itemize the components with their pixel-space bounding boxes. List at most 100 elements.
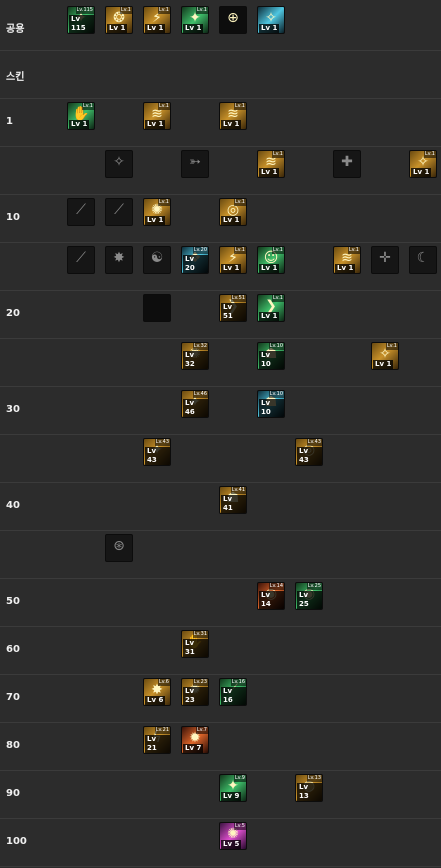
skill-level-tag: Lv.21 [154, 727, 170, 734]
row-label: 90 [6, 788, 20, 799]
row-label: 80 [6, 740, 20, 751]
skill-slot[interactable]: ➳ [181, 150, 209, 178]
skill-level-label: Lv 9 [221, 792, 242, 801]
skill-level-tag: Lv.1 [271, 295, 284, 302]
skill-level-label: Lv 5 [221, 840, 242, 849]
skill-level-label: Lv 1 [259, 24, 280, 33]
row-label: 1 [6, 116, 13, 127]
skill-level-label: Lv 1 [69, 120, 90, 129]
skill-row: ✺Lv.32Lv 32 ☗Lv.10Lv 10 ✧Lv.1Lv 1 [0, 339, 441, 387]
skill-slot[interactable]: ✦Lv.43Lv 43 [143, 438, 171, 466]
skill-slot[interactable]: ✺ Lv.5 Lv 5 [219, 822, 247, 850]
skill-slot[interactable]: ✋ Lv.1 Lv 1 [67, 102, 95, 130]
skill-slot[interactable]: ⟋ [105, 198, 133, 226]
skill-icon: ☾ [416, 250, 430, 266]
skill-slot[interactable]: ⟋ [67, 198, 95, 226]
skill-level-tag: Lv.9 [233, 775, 246, 782]
skill-level-label: Lv 1 [145, 24, 166, 33]
skill-slot[interactable]: ✧ Lv.1 Lv 1 [409, 150, 437, 178]
row-label: 공용 [6, 24, 25, 35]
skill-level-tag: Lv.10 [268, 391, 284, 398]
skill-slot[interactable]: ✦ Lv.9 Lv 9 [219, 774, 247, 802]
skill-slot[interactable]: ≋ Lv.1 Lv 1 [219, 102, 247, 130]
skill-slot[interactable]: ≋ Lv.1 Lv 1 [143, 102, 171, 130]
skill-slot[interactable]: ⊛ [105, 534, 133, 562]
skill-slot[interactable]: ✧ Lv 1 [257, 6, 285, 34]
skill-level-label: Lv 41 [221, 495, 246, 513]
skill-slot[interactable]: ✸ Lv.6 Lv 6 [143, 678, 171, 706]
skill-slot[interactable]: ❯ Lv.1 Lv 1 [257, 294, 285, 322]
skill-slot[interactable]: ☺ Lv.1 Lv 1 [257, 246, 285, 274]
row-label: 50 [6, 596, 20, 607]
skill-slot[interactable]: ⚡ Lv.1 Lv 1 [219, 246, 247, 274]
skill-level-label: Lv 1 [107, 24, 128, 33]
skill-row: 70 ✸Lv.6Lv 6 ✹Lv.23Lv 23 ⟋Lv.16Lv 16 [0, 675, 441, 723]
skill-row: 공용✦Lv.115Lv 115❂Lv.1Lv 1⚡Lv.1Lv 1✦Lv.1Lv… [0, 3, 441, 51]
skill-level-tag: Lv.41 [230, 487, 246, 494]
skill-slot[interactable]: ❂ Lv.1 Lv 1 [105, 6, 133, 34]
row-label: 스킨 [6, 72, 25, 83]
skill-slot[interactable]: ⚡ Lv.1 Lv 1 [143, 6, 171, 34]
skill-slot[interactable]: ◉Lv.25Lv 25 [295, 582, 323, 610]
skill-slot[interactable]: ❖Lv.20Lv 20 [181, 246, 209, 274]
skill-level-tag: Lv.10 [268, 343, 284, 350]
skill-slot[interactable]: ☗Lv.10Lv 10 [257, 390, 285, 418]
skill-level-label: Lv 115 [69, 15, 94, 33]
skill-level-tag: Lv.1 [233, 103, 246, 110]
skill-slot[interactable]: ⟋ [67, 246, 95, 274]
skill-icon: ⊕ [227, 10, 239, 26]
row-label: 70 [6, 692, 20, 703]
skill-slot[interactable]: ✋Lv.31Lv 31 [181, 630, 209, 658]
skill-level-tag: Lv.1 [271, 151, 284, 158]
row-label: 20 [6, 308, 20, 319]
skill-level-label: Lv 1 [259, 264, 280, 273]
skill-slot[interactable]: ⟋Lv.16Lv 16 [219, 678, 247, 706]
skill-slot[interactable] [143, 294, 171, 322]
skill-slot[interactable]: ☗Lv.41Lv 41 [219, 486, 247, 514]
skill-icon: ☯ [150, 250, 164, 266]
skill-level-label: Lv 43 [297, 447, 322, 465]
skill-slot[interactable]: ✺Lv.32Lv 32 [181, 342, 209, 370]
skill-slot[interactable]: ≋ Lv.1 Lv 1 [333, 246, 361, 274]
skill-slot[interactable]: ✦Lv.115Lv 115 [67, 6, 95, 34]
skill-level-tag: Lv.1 [157, 7, 170, 14]
skill-slot[interactable]: ◎Lv.43Lv 43 [295, 438, 323, 466]
skill-slot[interactable]: ✧ Lv.1 Lv 1 [371, 342, 399, 370]
skill-slot[interactable]: ✧ [105, 150, 133, 178]
skill-slot[interactable]: ☯ [143, 246, 171, 274]
skill-slot[interactable]: ✺ Lv.1 Lv 1 [143, 198, 171, 226]
skill-slot[interactable]: ◎ Lv.1 Lv 1 [219, 198, 247, 226]
skill-level-tag: Lv.115 [75, 7, 94, 14]
skill-slot[interactable]: ✦ Lv.1 Lv 1 [181, 6, 209, 34]
skill-slot[interactable]: ≋ Lv.1 Lv 1 [257, 150, 285, 178]
skill-icon: ✛ [379, 250, 391, 266]
skill-level-tag: Lv.51 [230, 295, 246, 302]
skill-slot[interactable]: ✸ [105, 246, 133, 274]
skill-slot[interactable]: ✚ [333, 150, 361, 178]
skill-tree-grid: 공용 ✦Lv.115Lv 115 ❂Lv.1Lv 1 ⚡Lv.1Lv 1 ✦Lv.1Lv… [0, 0, 441, 868]
skill-slot[interactable]: ◍Lv.13Lv 13 [295, 774, 323, 802]
skill-slot[interactable]: ☗Lv.10Lv 10 [257, 342, 285, 370]
skill-slot[interactable]: ❯Lv.51Lv 51 [219, 294, 247, 322]
skill-slot[interactable]: ☾ [409, 246, 437, 274]
skill-level-label: Lv 1 [259, 312, 280, 321]
skill-row: ⊛ [0, 531, 441, 579]
skill-level-label: Lv 31 [183, 639, 208, 657]
skill-slot[interactable]: ⊕ [219, 6, 247, 34]
skill-level-tag: Lv.16 [230, 679, 246, 686]
skill-slot[interactable]: ✛ [371, 246, 399, 274]
skill-icon: ⟋ [76, 250, 86, 266]
skill-slot[interactable]: ✹Lv.23Lv 23 [181, 678, 209, 706]
skill-slot[interactable]: ✹ Lv.7 Lv 7 [181, 726, 209, 754]
skill-level-label: Lv 23 [183, 687, 208, 705]
skill-icon [144, 295, 170, 317]
skill-level-label: Lv 1 [411, 168, 432, 177]
skill-icon: ⟋ [114, 202, 124, 218]
skill-row: 30 ✦Lv.46Lv 46 ☗Lv.10Lv 10 [0, 387, 441, 435]
skill-level-tag: Lv.1 [271, 247, 284, 254]
skill-level-label: Lv 14 [259, 591, 284, 609]
skill-level-label: Lv 16 [221, 687, 246, 705]
skill-slot[interactable]: ◉Lv.14Lv 14 [257, 582, 285, 610]
skill-slot[interactable]: ϟLv.21Lv 21 [143, 726, 171, 754]
skill-slot[interactable]: ✦Lv.46Lv 46 [181, 390, 209, 418]
